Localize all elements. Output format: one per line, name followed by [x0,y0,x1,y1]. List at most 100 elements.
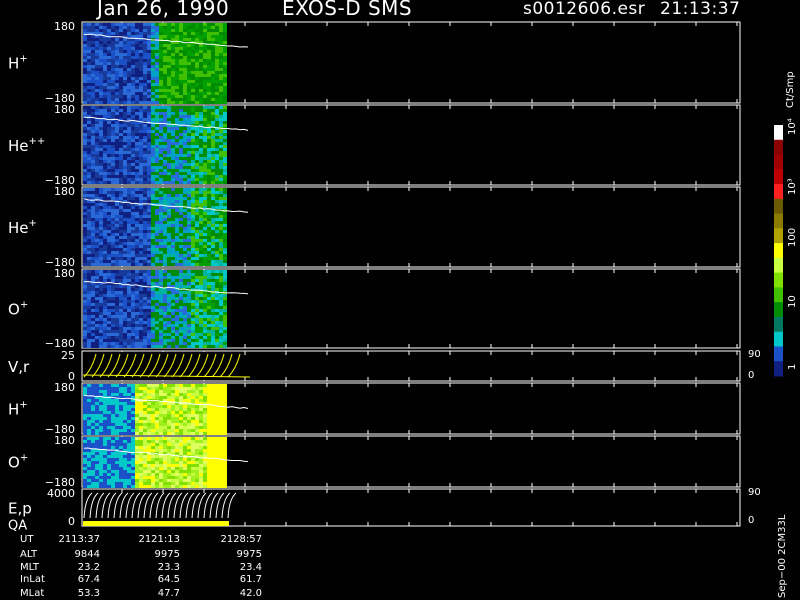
spectrogram-cell [139,215,143,218]
spectrogram-cell [135,342,139,345]
spectrogram-cell [179,194,183,197]
spectrogram-cell [115,423,119,426]
spectrogram-cell [103,86,107,89]
spectrogram-cell [119,470,123,473]
spectrogram-cell [151,402,155,405]
spectrogram-cell [199,390,203,393]
spectrogram-cell [123,145,127,148]
spectrogram-cell [91,68,95,71]
spectrogram-cell [191,35,195,38]
spectrogram-cell [183,95,187,98]
spectrogram-cell [171,321,175,324]
spectrogram-cell [87,254,91,257]
spectrogram-cell [207,50,211,53]
spectrogram-cell [143,257,147,260]
spectrogram-cell [115,47,119,50]
spectrogram-cell [187,86,191,89]
spectrogram-cell [203,166,207,169]
spectrogram-cell [147,35,151,38]
spectrogram-cell [171,86,175,89]
spectrogram-cell [191,279,195,282]
spectrogram-cell [99,212,103,215]
spectrogram-cell [183,98,187,101]
spectrogram-cell [119,476,123,479]
spectrogram-cell [151,139,155,142]
spectrogram-cell [163,254,167,257]
spectrogram-cell [115,71,119,74]
spectrogram-cell [203,251,207,254]
spectrogram-cell [223,300,227,303]
spectrogram-cell [107,248,111,251]
spectrogram-cell [203,260,207,263]
spectrogram-cell [127,83,131,86]
spectrogram-cell [123,130,127,133]
spectrogram-cell [115,38,119,41]
spectrogram-cell [151,148,155,151]
spectrogram-cell [107,77,111,80]
spectrogram-cell [159,98,163,101]
spectrogram-cell [83,29,87,32]
spectrogram-cell [179,408,183,411]
spectrogram-cell [139,242,143,245]
spectrogram-cell [167,47,171,50]
spectrogram-cell [87,330,91,333]
spectrogram-cell [151,336,155,339]
spectrogram-cell [139,236,143,239]
spectrogram-cell [211,426,215,429]
spectrogram-cell [143,133,147,136]
spectrogram-cell [223,342,227,345]
spectrogram-cell [151,181,155,184]
spectrogram-cell [91,443,95,446]
spectrogram-cell [131,121,135,124]
spectrogram-cell [203,405,207,408]
spectrogram-cell [95,148,99,151]
spectrogram-cell [127,209,131,212]
spectrogram-cell [195,233,199,236]
spectrogram-cell [155,112,159,115]
spectrogram-cell [171,239,175,242]
spectrogram-cell [135,218,139,221]
spectrogram-cell [123,263,127,266]
spectrogram-cell [191,157,195,160]
spectrogram-cell [199,130,203,133]
spectrogram-cell [143,254,147,257]
spectrogram-cell [183,408,187,411]
spectrogram-cell [211,80,215,83]
spectrogram-cell [87,263,91,266]
spectrogram-cell [91,345,95,348]
spectrogram-cell [119,83,123,86]
spectrogram-cell [183,257,187,260]
spectrogram-cell [171,200,175,203]
spectrogram-cell [107,294,111,297]
spectrogram-cell [115,285,119,288]
spectrogram-cell [135,178,139,181]
spectrogram-cell [199,83,203,86]
spectrogram-cell [199,194,203,197]
spectrogram-cell [171,209,175,212]
spectrogram-cell [167,411,171,414]
spectrogram-cell [195,62,199,65]
spectrogram-cell [183,432,187,435]
spectrogram-cell [167,26,171,29]
spectrogram-cell [215,423,219,426]
spectrogram-cell [199,273,203,276]
spectrogram-cell [179,297,183,300]
spectrogram-cell [111,194,115,197]
spectrogram-cell [167,203,171,206]
spectrogram-cell [203,23,207,26]
spectrogram-cell [139,321,143,324]
spectrogram-cell [111,166,115,169]
spectrogram-cell [215,390,219,393]
spectrogram-cell [191,300,195,303]
spectrogram-cell [123,83,127,86]
spectrogram-cell [95,303,99,306]
spectrogram-cell [115,121,119,124]
spectrogram-cell [215,47,219,50]
spectrogram-cell [95,139,99,142]
spectrogram-cell [107,154,111,157]
spectrogram-cell [203,345,207,348]
spectrogram-cell [107,169,111,172]
spectrogram-cell [151,71,155,74]
spectrogram-cell [199,175,203,178]
spectrogram-cell [127,236,131,239]
